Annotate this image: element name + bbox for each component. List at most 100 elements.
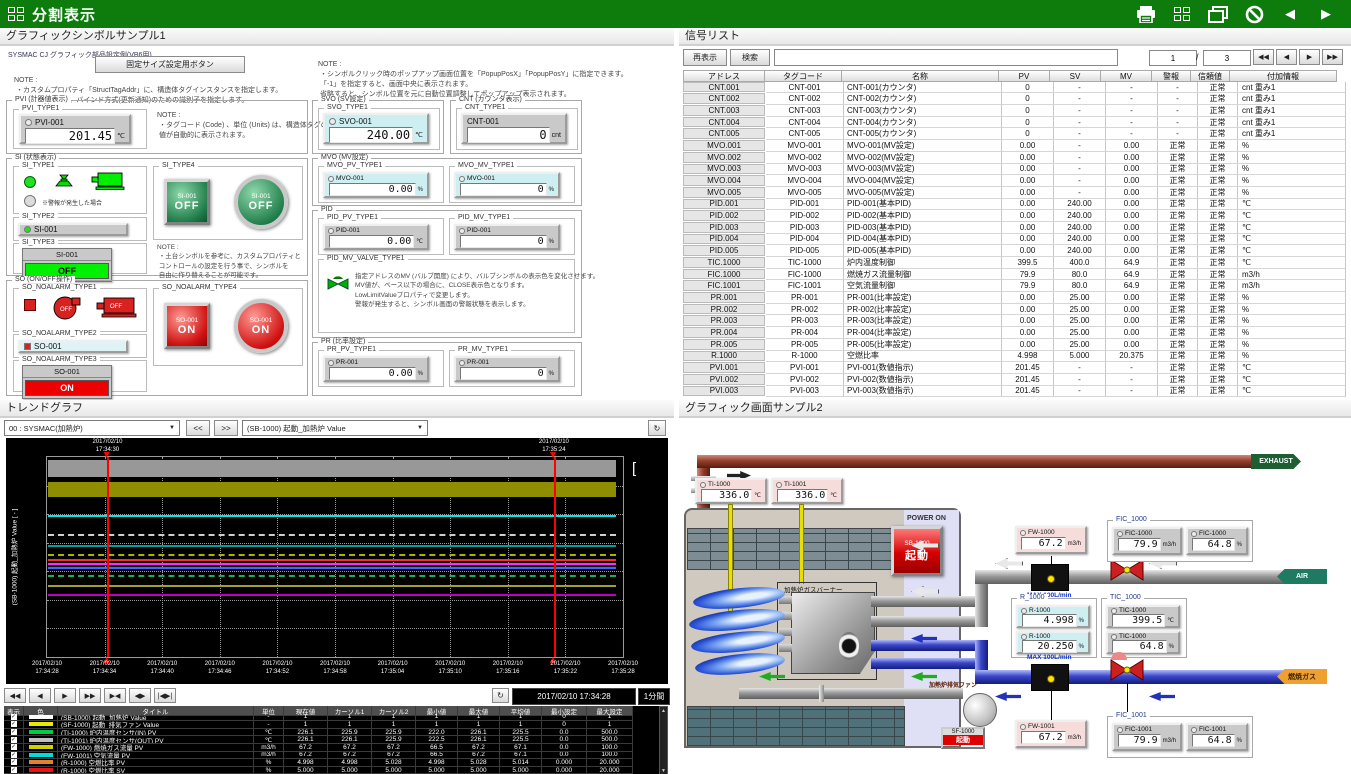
pr-mv-display[interactable]: PR-001 0% [454,356,560,382]
pen-prev-button[interactable]: << [186,420,210,436]
signal-row[interactable]: PVI.001PVI-001PVI-001(数値指示)201.45--正常正常℃ [683,362,1347,374]
fw1000-display[interactable]: FW-1000 67.2m3/h [1015,526,1087,554]
page-nav-button-3[interactable]: ▶▶ [1322,49,1343,65]
trend-nav-button-6[interactable]: |◀▶| [154,688,176,703]
mvo-mv-display[interactable]: MVO-001 0% [454,172,560,198]
column-header[interactable]: SV [1049,70,1101,82]
legend-visible-checkbox[interactable]: ✓ [4,736,24,744]
signal-row[interactable]: PID.003PID-003PID-003(基本PID)0.00240.000.… [683,222,1347,234]
signal-row[interactable]: PVI.002PVI-002PVI-002(数値指示)201.45--正常正常℃ [683,374,1347,386]
tic1000-mv-display[interactable]: TIC-1000 64.8% [1106,631,1180,654]
pid-pv-display[interactable]: PID-001 0.00℃ [323,224,429,250]
motor-red-icon[interactable]: OFF [94,295,138,326]
legend-visible-checkbox[interactable]: ✓ [4,714,24,722]
signal-row[interactable]: MVO.001MVO-001MVO-001(MV設定)0.00-0.00正常正常… [683,140,1347,152]
so-round-button[interactable]: SO-001 ON [234,299,288,353]
svo-display[interactable]: SVO-001 240.00℃ [323,113,429,144]
si-round-button[interactable]: SI-001 OFF [234,175,288,229]
r1000-pv-display[interactable]: R-1000 4.998% [1016,605,1090,628]
trend-nav-button-5[interactable]: ◀▶ [129,688,151,703]
legend-visible-checkbox[interactable]: ✓ [4,752,24,760]
fw1001-display[interactable]: FW-1001 67.2m3/h [1015,720,1087,748]
signal-row[interactable]: PID.005PID-005PID-005(基本PID)0.00240.000.… [683,245,1347,257]
tic1000-pv-display[interactable]: TIC-1000 399.5℃ [1106,605,1180,628]
back-icon[interactable]: ◀ [1279,5,1301,23]
plot-area[interactable]: ▼▲▼▲ [46,456,624,658]
legend-visible-checkbox[interactable]: ✓ [4,744,24,752]
column-header[interactable]: 警報 [1151,70,1191,82]
forward-icon[interactable]: ▶ [1315,5,1337,23]
trend-nav-button-2[interactable]: ▶ [54,688,76,703]
signal-row[interactable]: CNT.003CNT-003CNT-003(カウンタ)0---正常cnt 重み1 [683,105,1347,117]
trend-nav-button-1[interactable]: ◀ [29,688,51,703]
signal-row[interactable]: FIC.1001FIC-1001空気流量制御79.980.064.9正常正常m3… [683,280,1347,292]
fic1000-flow-display[interactable]: FIC-1000 79.9m3/h [1112,527,1182,555]
signal-row[interactable]: PR.003PR-003PR-003(比率設定)0.0025.000.00正常正… [683,315,1347,327]
signal-row[interactable]: PVI.003PVI-003PVI-003(数値指示)201.45--正常正常℃ [683,386,1347,398]
signal-row[interactable]: MVO.004MVO-004MVO-004(MV設定)0.00-0.00正常正常… [683,175,1347,187]
signal-row[interactable]: PR.001PR-001PR-001(比率設定)0.0025.000.00正常正… [683,292,1347,304]
pid-mv-display[interactable]: PID-001 0% [454,224,560,250]
trend-nav-button-4[interactable]: ▶◀ [104,688,126,703]
trend-nav-button-0[interactable]: ◀◀ [4,688,26,703]
signal-row[interactable]: PID.002PID-002PID-002(基本PID)0.00240.000.… [683,210,1347,222]
signal-row[interactable]: PR.005PR-005PR-005(比率設定)0.0025.000.00正常正… [683,339,1347,351]
page-current-input[interactable] [1149,50,1197,66]
cursor-line[interactable] [107,457,109,657]
fan-red-icon[interactable]: OFF [48,293,82,328]
page-total-input[interactable] [1203,50,1251,66]
ti1000-display[interactable]: TI-1000 336.0℃ [695,478,767,504]
device-select[interactable]: 00 : SYSMAC(加熱炉)▼ [4,420,180,436]
signal-row[interactable]: PR.004PR-004PR-004(比率設定)0.0025.000.00正常正… [683,327,1347,339]
refresh-button[interactable]: ↻ [648,420,666,436]
signal-row[interactable]: TIC.1000TIC-1000炉内温度制御399.5400.064.9正常正常… [683,257,1347,269]
signal-row[interactable]: PID.004PID-004PID-004(基本PID)0.00240.000.… [683,234,1347,246]
fixed-size-button[interactable]: 固定サイズ設定用ボタン [95,56,245,73]
column-header[interactable]: 付加情報 [1229,70,1337,82]
cursor-line[interactable] [554,457,556,657]
si-type2-button[interactable]: SI-001 [18,223,128,236]
air-valve-icon[interactable] [1109,558,1145,587]
search-button[interactable]: 検索 [730,49,770,66]
signal-row[interactable]: CNT.002CNT-002CNT-002(カウンタ)0---正常cnt 重み1 [683,93,1347,105]
legend-visible-checkbox[interactable]: ✓ [4,759,24,767]
page-nav-button-0[interactable]: ◀◀ [1253,49,1274,65]
search-input[interactable] [774,49,1118,66]
sf1000-start-button[interactable]: SF-1000 起動 [941,727,985,749]
signal-row[interactable]: PID.001PID-001PID-001(基本PID)0.00240.000.… [683,199,1347,211]
r1000-sv-display[interactable]: R-1000 20.250% [1016,631,1090,654]
prohibit-icon[interactable] [1243,5,1265,23]
windows-icon[interactable] [1207,5,1229,23]
legend-visible-checkbox[interactable]: ✓ [4,729,24,737]
signal-row[interactable]: R.1000R-1000空燃比率4.9985.00020.375正常正常% [683,351,1347,363]
signal-row[interactable]: MVO.003MVO-003MVO-003(MV設定)0.00-0.00正常正常… [683,164,1347,176]
fic1001-flow-display[interactable]: FIC-1001 79.9m3/h [1112,723,1182,751]
column-header[interactable]: 信頼値 [1190,70,1230,82]
trend-refresh-button[interactable]: ↻ [492,688,509,703]
so-type3-indicator[interactable]: SO-001 ON [22,365,112,399]
so-lamp-icon[interactable] [24,299,36,311]
ti1001-display[interactable]: TI-1001 336.0℃ [771,478,843,504]
split-layout-icon[interactable] [1171,5,1193,23]
column-header[interactable]: アドレス [683,70,765,82]
si-square-button[interactable]: SI-001 OFF [164,179,210,225]
signal-row[interactable]: CNT.004CNT-004CNT-004(カウンタ)0---正常cnt 重み1 [683,117,1347,129]
pen-select[interactable]: (SB-1000) 起動_加熱炉 Value▼ [242,420,428,436]
so-square-button[interactable]: SO-001 ON [164,303,210,349]
pvi-display[interactable]: PVI-001 201.45℃ [19,114,131,144]
so-type2-button[interactable]: SO-001 [18,340,128,353]
column-header[interactable]: MV [1100,70,1152,82]
page-nav-button-2[interactable]: ▶ [1299,49,1320,65]
sb1000-start-button[interactable]: SB-1000 起動 [891,526,943,576]
column-header[interactable]: タグコード [764,70,842,82]
pr-pv-display[interactable]: PR-001 0.00% [323,356,429,382]
print-icon[interactable] [1135,5,1157,23]
column-header[interactable]: 名称 [841,70,999,82]
redisplay-button[interactable]: 再表示 [683,49,727,66]
signal-row[interactable]: CNT.005CNT-005CNT-005(カウンタ)0---正常cnt 重み1 [683,128,1347,140]
page-nav-button-1[interactable]: ◀ [1276,49,1297,65]
column-header[interactable]: PV [998,70,1050,82]
fic1001-mv-display[interactable]: FIC-1001 64.8% [1186,723,1248,751]
mvo-pv-display[interactable]: MVO-001 0.00% [323,172,429,198]
signal-row[interactable]: CNT.001CNT-001CNT-001(カウンタ)0---正常cnt 重み1 [683,82,1347,94]
